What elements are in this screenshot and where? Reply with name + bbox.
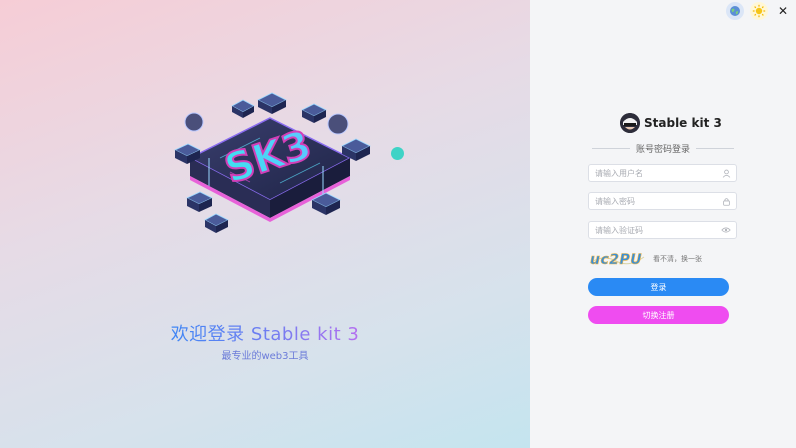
welcome-subtitle: 最专业的web3工具 — [221, 351, 309, 362]
captcha-image[interactable]: uc2PU — [588, 250, 646, 268]
captcha-field — [588, 221, 737, 239]
login-mode-divider: 账号密码登录 — [592, 142, 735, 155]
language-button[interactable] — [726, 2, 744, 20]
globe-icon — [730, 6, 740, 16]
theme-toggle-button[interactable] — [750, 2, 768, 20]
eye-off-icon[interactable] — [719, 223, 733, 237]
divider-line — [592, 148, 630, 149]
password-input[interactable] — [589, 193, 719, 209]
password-field — [588, 192, 737, 210]
captcha-refresh-link[interactable]: 看不清，换一张 — [653, 254, 702, 264]
satellite-block — [186, 191, 213, 212]
window-controls: ✕ — [726, 0, 796, 22]
lock-icon — [719, 194, 733, 208]
close-icon[interactable]: ✕ — [774, 4, 792, 18]
satellite-block — [257, 92, 287, 114]
captcha-input[interactable] — [589, 222, 719, 238]
login-panel: ✕ Stable kit 3 账号密码登录 请输入用户名 请输入验证码 uc2P… — [530, 0, 796, 448]
login-mode-label: 账号密码登录 — [636, 145, 691, 155]
brand: Stable kit 3 — [620, 113, 722, 133]
satellite-block — [301, 103, 327, 123]
username-input[interactable] — [589, 165, 719, 181]
username-field — [588, 164, 737, 182]
crypto-coin-icon — [327, 113, 349, 135]
captcha-code: uc2PU — [590, 252, 642, 268]
switch-register-button[interactable]: 切换注册 — [588, 306, 729, 324]
satellite-block — [231, 99, 255, 118]
welcome-title: 欢迎登录 Stable kit 3 — [0, 320, 530, 346]
divider-line — [696, 148, 735, 149]
login-button[interactable]: 登录 — [588, 278, 729, 296]
sun-icon — [752, 4, 766, 18]
decorative-dot — [391, 147, 404, 160]
user-icon — [719, 166, 733, 180]
brand-name: Stable kit 3 — [644, 116, 722, 130]
avatar — [620, 113, 640, 133]
sk3-hero-illustration: SK3 — [174, 92, 371, 233]
welcome-title-text: 欢迎登录 Stable kit 3 — [170, 324, 360, 345]
crypto-coin-icon — [184, 112, 204, 132]
captcha-row: uc2PU 看不清，换一张 — [588, 250, 702, 268]
welcome-panel: SK3 欢迎登录 Stable kit 3 最专业的web3工具 — [0, 0, 530, 448]
satellite-block — [204, 213, 229, 233]
